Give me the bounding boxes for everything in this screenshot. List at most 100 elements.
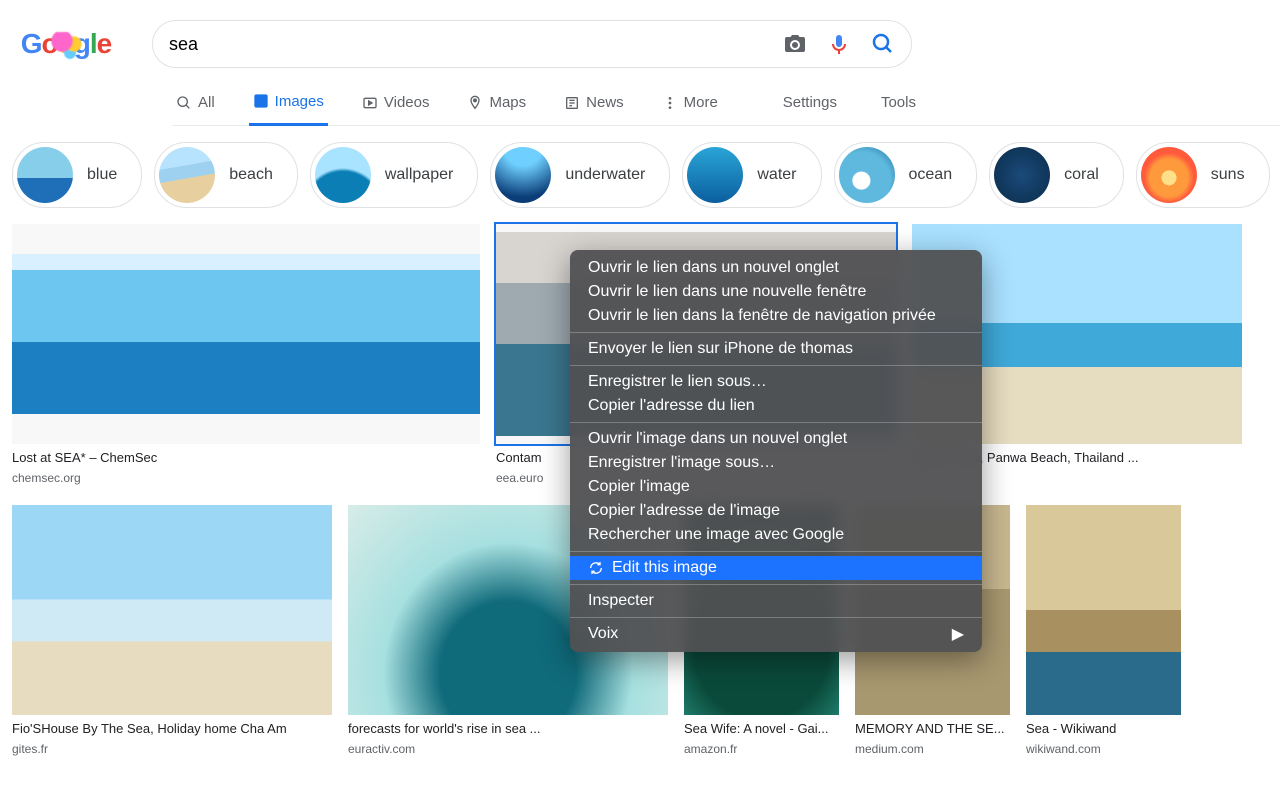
result-domain: wikiwand.com (1026, 742, 1181, 756)
chip-label: coral (1064, 166, 1099, 184)
ctx-open-incognito[interactable]: Ouvrir le lien dans la fenêtre de naviga… (570, 304, 982, 328)
chip-label: suns (1211, 166, 1245, 184)
ctx-save-link-as[interactable]: Enregistrer le lien sous… (570, 370, 982, 394)
result-title: MEMORY AND THE SE... (855, 721, 1010, 736)
sync-icon (588, 560, 604, 576)
ctx-inspect[interactable]: Inspecter (570, 589, 982, 613)
chip-label: water (757, 166, 796, 184)
ctx-send-to-phone[interactable]: Envoyer le lien sur iPhone de thomas (570, 337, 982, 361)
ctx-search-image-google[interactable]: Rechercher une image avec Google (570, 523, 982, 547)
ctx-copy-link-address[interactable]: Copier l'adresse du lien (570, 394, 982, 418)
ctx-open-new-tab[interactable]: Ouvrir le lien dans un nouvel onglet (570, 256, 982, 280)
result-thumb-wrap (12, 224, 480, 444)
ctx-save-image-as[interactable]: Enregistrer l'image sous… (570, 451, 982, 475)
search-tabs: All Images Videos Maps News More Setting… (172, 80, 1280, 126)
ctx-separator (570, 332, 982, 333)
chip-thumb (687, 147, 743, 203)
ctx-label: Ouvrir le lien dans la fenêtre de naviga… (588, 307, 936, 325)
ctx-separator (570, 584, 982, 585)
chip-beach[interactable]: beach (154, 142, 298, 208)
doodle-icon (50, 32, 90, 62)
google-logo[interactable]: Google (20, 24, 112, 64)
ctx-label: Ouvrir le lien dans une nouvelle fenêtre (588, 283, 866, 301)
chip-thumb (994, 147, 1050, 203)
chip-coral[interactable]: coral (989, 142, 1124, 208)
tab-more[interactable]: More (658, 80, 722, 126)
ctx-label: Enregistrer le lien sous… (588, 373, 767, 391)
chip-underwater[interactable]: underwater (490, 142, 670, 208)
result-thumb-wrap (1026, 505, 1181, 715)
chip-label: ocean (909, 166, 953, 184)
result-card[interactable]: Lost at SEA* – ChemSecchemsec.org (12, 224, 480, 485)
ctx-label: Enregistrer l'image sous… (588, 454, 775, 472)
result-domain: gites.fr (12, 742, 332, 756)
search-bar[interactable] (152, 20, 912, 68)
tab-images[interactable]: Images (249, 80, 328, 126)
tab-all[interactable]: All (172, 80, 219, 126)
tab-settings[interactable]: Settings (779, 80, 841, 126)
tab-label: More (684, 94, 718, 111)
search-input[interactable] (169, 34, 769, 55)
chip-suns[interactable]: suns (1136, 142, 1270, 208)
tab-label: News (586, 94, 624, 111)
ctx-copy-image-address[interactable]: Copier l'adresse de l'image (570, 499, 982, 523)
chip-water[interactable]: water (682, 142, 821, 208)
result-domain: amazon.fr (684, 742, 839, 756)
result-title: Sea Wife: A novel - Gai... (684, 721, 839, 736)
ctx-label: Rechercher une image avec Google (588, 526, 844, 544)
camera-icon[interactable] (783, 32, 807, 56)
ctx-voice[interactable]: Voix ▶ (570, 622, 982, 646)
chip-label: wallpaper (385, 166, 453, 184)
result-domain: euractiv.com (348, 742, 668, 756)
ctx-open-image-new-tab[interactable]: Ouvrir l'image dans un nouvel onglet (570, 427, 982, 451)
result-card[interactable]: Sea - Wikiwand wikiwand.com (1026, 505, 1181, 756)
tab-news[interactable]: News (560, 80, 628, 126)
result-thumb (1026, 505, 1181, 715)
result-thumb (12, 505, 332, 715)
chip-label: underwater (565, 166, 645, 184)
tab-label: Videos (384, 94, 430, 111)
chip-thumb (839, 147, 895, 203)
chevron-right-icon: ▶ (952, 624, 964, 644)
ctx-label: Inspecter (588, 592, 654, 610)
ctx-separator (570, 551, 982, 552)
chip-label: blue (87, 166, 117, 184)
ctx-edit-this-image[interactable]: Edit this image (570, 556, 982, 580)
search-icon[interactable] (871, 32, 895, 56)
chip-ocean[interactable]: ocean (834, 142, 978, 208)
ctx-separator (570, 422, 982, 423)
chip-label: beach (229, 166, 273, 184)
ctx-label: Edit this image (612, 559, 717, 577)
chip-thumb (159, 147, 215, 203)
ctx-label: Ouvrir le lien dans un nouvel onglet (588, 259, 839, 277)
chip-thumb (315, 147, 371, 203)
ctx-separator (570, 617, 982, 618)
ctx-label: Copier l'adresse du lien (588, 397, 755, 415)
chip-wallpaper[interactable]: wallpaper (310, 142, 478, 208)
chip-thumb (17, 147, 73, 203)
tab-videos[interactable]: Videos (358, 80, 434, 126)
tab-label: All (198, 94, 215, 111)
result-thumb-wrap (12, 505, 332, 715)
ctx-separator (570, 365, 982, 366)
ctx-label: Copier l'image (588, 478, 690, 496)
mic-icon[interactable] (827, 32, 851, 56)
ctx-label: Envoyer le lien sur iPhone de thomas (588, 340, 853, 358)
tab-label: Maps (489, 94, 526, 111)
result-card[interactable]: Fio'SHouse By The Sea, Holiday home Cha … (12, 505, 332, 756)
chip-blue[interactable]: blue (12, 142, 142, 208)
tab-label: Settings (783, 94, 837, 111)
result-domain: chemsec.org (12, 471, 480, 485)
result-title: Fio'SHouse By The Sea, Holiday home Cha … (12, 721, 332, 736)
ctx-label: Ouvrir l'image dans un nouvel onglet (588, 430, 847, 448)
result-thumb (12, 254, 480, 414)
tab-tools[interactable]: Tools (877, 80, 920, 126)
ctx-copy-image[interactable]: Copier l'image (570, 475, 982, 499)
result-title: Sea - Wikiwand (1026, 721, 1181, 736)
chip-thumb (1141, 147, 1197, 203)
ctx-open-new-window[interactable]: Ouvrir le lien dans une nouvelle fenêtre (570, 280, 982, 304)
result-domain: medium.com (855, 742, 1010, 756)
result-title: forecasts for world's rise in sea ... (348, 721, 668, 736)
tab-maps[interactable]: Maps (463, 80, 530, 126)
ctx-label: Voix (588, 625, 618, 643)
